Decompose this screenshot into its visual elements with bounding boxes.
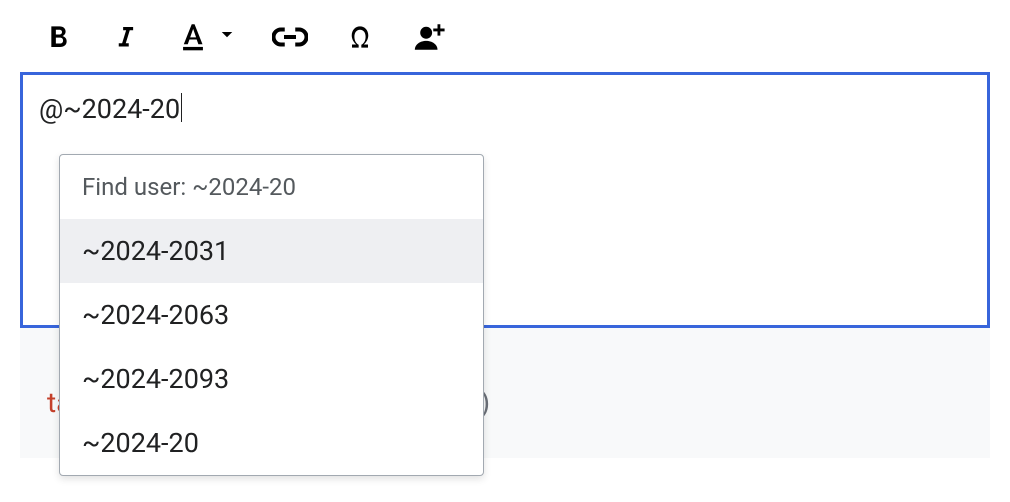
link-icon xyxy=(272,22,308,52)
user-plus-icon xyxy=(412,20,446,54)
user-suggest-dropdown: Find user: ~2024-20 ~2024-2031~2024-2063… xyxy=(59,154,484,476)
bold-button[interactable] xyxy=(42,21,74,53)
italic-button[interactable] xyxy=(110,22,140,52)
text-style-button[interactable] xyxy=(176,20,210,54)
bold-icon xyxy=(42,21,74,53)
text-caret xyxy=(181,93,182,122)
suggest-item[interactable]: ~2024-2063 xyxy=(60,283,483,347)
suggest-query: ~2024-20 xyxy=(192,173,296,201)
special-char-button[interactable] xyxy=(344,21,376,53)
editor-value: @~2024-20 xyxy=(39,93,180,125)
omega-icon xyxy=(344,21,376,53)
text-style-icon xyxy=(176,20,210,54)
editor-text[interactable]: @~2024-20 xyxy=(23,75,987,143)
suggest-item[interactable]: ~2024-2093 xyxy=(60,347,483,411)
formatting-toolbar xyxy=(0,0,1010,72)
suggest-item[interactable]: ~2024-20 xyxy=(60,411,483,475)
link-button[interactable] xyxy=(272,22,308,52)
mention-user-button[interactable] xyxy=(412,20,446,54)
suggest-list: ~2024-2031~2024-2063~2024-2093~2024-20 xyxy=(60,219,483,475)
suggest-header: Find user: ~2024-20 xyxy=(60,155,483,219)
suggest-header-prefix: Find user: xyxy=(82,173,192,201)
chevron-down-icon[interactable] xyxy=(218,26,236,48)
suggest-item[interactable]: ~2024-2031 xyxy=(60,219,483,283)
italic-icon xyxy=(110,22,140,52)
